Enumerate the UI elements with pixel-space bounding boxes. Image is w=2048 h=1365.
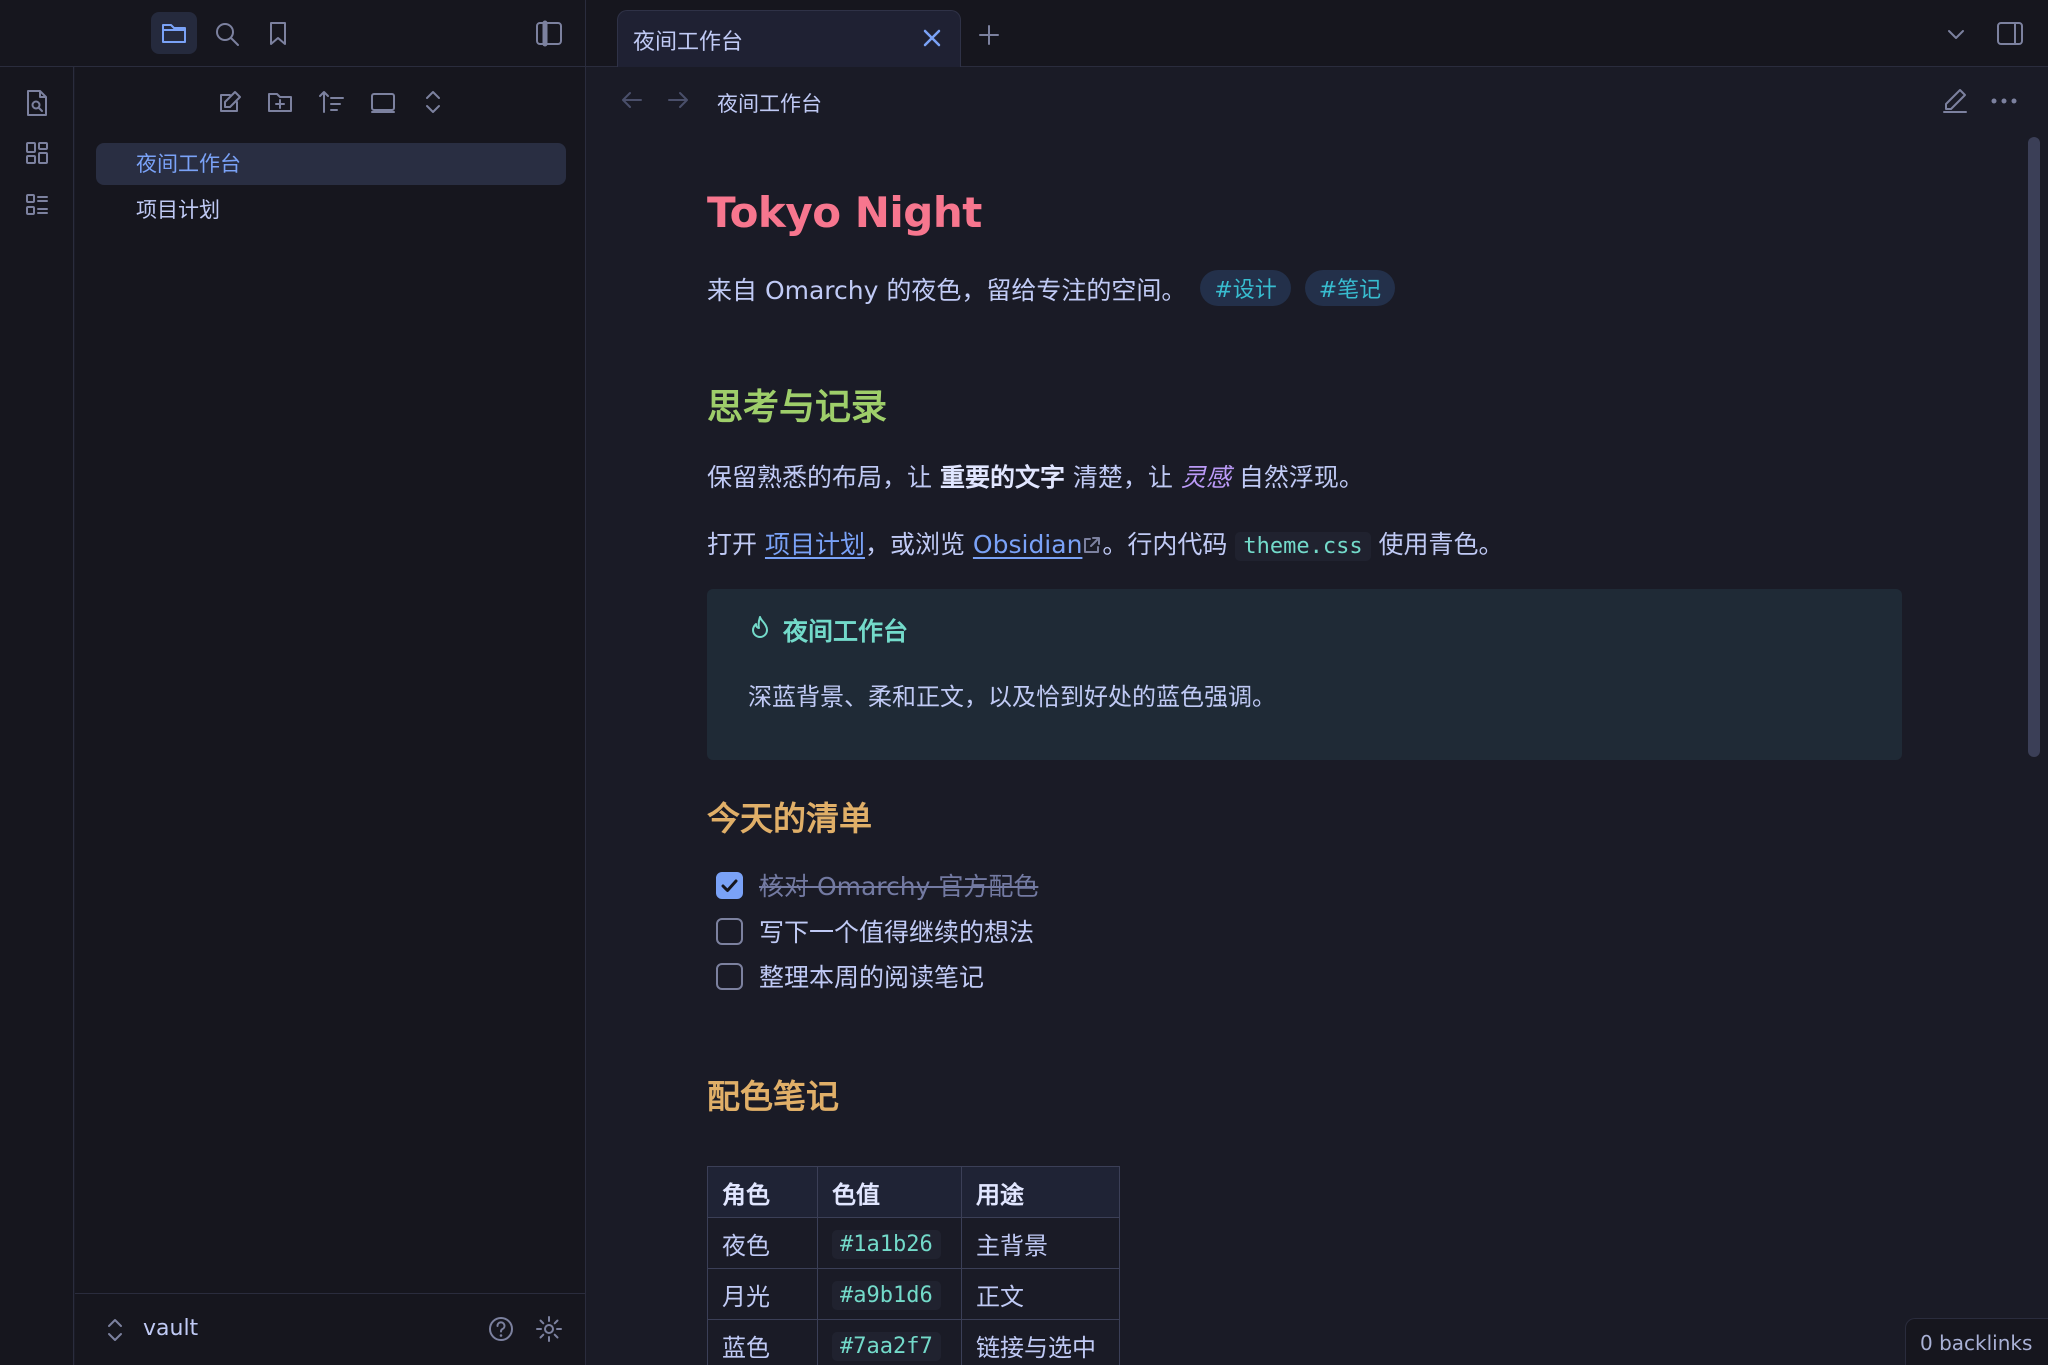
table-cell: #1a1b26 xyxy=(817,1217,962,1269)
sidebar-header xyxy=(0,0,586,67)
italic-text: 灵感 xyxy=(1180,463,1231,492)
bold-text: 重要的文字 xyxy=(939,463,1065,492)
paragraph-links: 打开 项目计划，或浏览 Obsidian 。行内代码 theme.css 使用青色… xyxy=(707,530,1504,561)
sidebar-toggle-icon[interactable] xyxy=(534,20,564,48)
new-tab-icon[interactable] xyxy=(977,23,1001,47)
file-night-desk[interactable]: 夜间工作台 xyxy=(96,143,566,185)
tab-label: 夜间工作台 xyxy=(633,30,744,55)
new-folder-icon[interactable] xyxy=(266,88,294,116)
table-cell: #7aa2f7 xyxy=(817,1319,962,1365)
tag-notes[interactable]: #笔记 xyxy=(1304,270,1396,306)
new-note-icon[interactable] xyxy=(216,88,244,116)
file-search-icon[interactable] xyxy=(24,88,50,118)
vault-name[interactable]: vault xyxy=(143,1316,198,1341)
forward-arrow-icon[interactable] xyxy=(665,88,691,112)
ribbon xyxy=(0,67,74,1365)
close-tab-icon[interactable] xyxy=(921,27,943,49)
backlinks-status[interactable]: 0 backlinks xyxy=(1905,1318,2048,1365)
callout-title: 夜间工作台 xyxy=(783,617,909,646)
external-link-obsidian[interactable]: Obsidian xyxy=(973,530,1083,559)
inline-code: theme.css xyxy=(1235,532,1371,561)
table-cell: 正文 xyxy=(961,1268,1120,1320)
column-header: 色值 xyxy=(817,1166,962,1218)
callout-body: 深蓝背景、柔和正文，以及恰到好处的蓝色强调。 xyxy=(748,683,1276,711)
table-row: 月光 #a9b1d6 正文 xyxy=(707,1268,1120,1320)
vault-switcher-icon[interactable] xyxy=(104,1316,126,1344)
scrollbar-thumb[interactable] xyxy=(2028,137,2040,757)
table-cell: 夜色 xyxy=(707,1217,818,1269)
outline-icon[interactable] xyxy=(24,192,50,218)
flame-icon xyxy=(752,616,768,638)
breadcrumb-title: 夜间工作台 xyxy=(717,92,822,116)
table-cell: #a9b1d6 xyxy=(817,1268,962,1320)
task-checkbox-checked[interactable] xyxy=(716,872,743,899)
task-checkbox[interactable] xyxy=(716,918,743,945)
edit-pencil-icon[interactable] xyxy=(1941,86,1969,114)
table-cell: 链接与选中 xyxy=(961,1319,1120,1365)
color-table: 角色 色值 用途 夜色 #1a1b26 主背景 月光 #a9b1d6 正文 蓝色… xyxy=(707,1166,1120,1365)
table-cell: 蓝色 xyxy=(707,1319,818,1365)
table-header-row: 角色 色值 用途 xyxy=(707,1166,1120,1218)
more-options-icon[interactable] xyxy=(1990,96,2018,106)
table-row: 蓝色 #7aa2f7 链接与选中 xyxy=(707,1319,1120,1365)
back-arrow-icon[interactable] xyxy=(619,88,645,112)
heading-today: 今天的清单 xyxy=(707,799,872,838)
external-link-icon xyxy=(1084,537,1101,553)
chevron-down-icon[interactable] xyxy=(1945,25,1967,45)
page-title: Tokyo Night xyxy=(707,188,982,237)
intro-paragraph: 来自 Omarchy 的夜色，留给专注的空间。 #设计 #笔记 xyxy=(707,270,1396,307)
column-header: 用途 xyxy=(961,1166,1120,1218)
paragraph-layout: 保留熟悉的布局，让 重要的文字 清楚，让 灵感 自然浮现。 xyxy=(707,463,1364,492)
right-sidebar-toggle-icon[interactable] xyxy=(1995,20,2025,48)
expand-collapse-icon[interactable] xyxy=(421,88,445,116)
file-project-plan[interactable]: 项目计划 xyxy=(96,189,566,231)
internal-link-project-plan[interactable]: 项目计划 xyxy=(765,530,865,559)
help-icon[interactable] xyxy=(487,1315,515,1343)
bookmark-icon[interactable] xyxy=(266,20,290,48)
heading-thinking: 思考与记录 xyxy=(707,387,888,428)
task-checkbox[interactable] xyxy=(716,963,743,990)
grid-icon[interactable] xyxy=(24,140,50,166)
folder-icon xyxy=(162,24,186,43)
column-header: 角色 xyxy=(707,1166,818,1218)
tag-design[interactable]: #设计 xyxy=(1200,270,1291,306)
search-icon[interactable] xyxy=(213,20,241,48)
table-cell: 主背景 xyxy=(961,1217,1120,1269)
heading-colors: 配色笔记 xyxy=(707,1077,839,1116)
table-cell: 月光 xyxy=(707,1268,818,1320)
collapse-view-icon[interactable] xyxy=(369,88,397,116)
check-icon xyxy=(721,879,738,892)
sort-icon[interactable] xyxy=(318,88,346,116)
settings-gear-icon[interactable] xyxy=(535,1315,563,1343)
table-row: 夜色 #1a1b26 主背景 xyxy=(707,1217,1120,1269)
file-explorer xyxy=(75,67,586,1365)
